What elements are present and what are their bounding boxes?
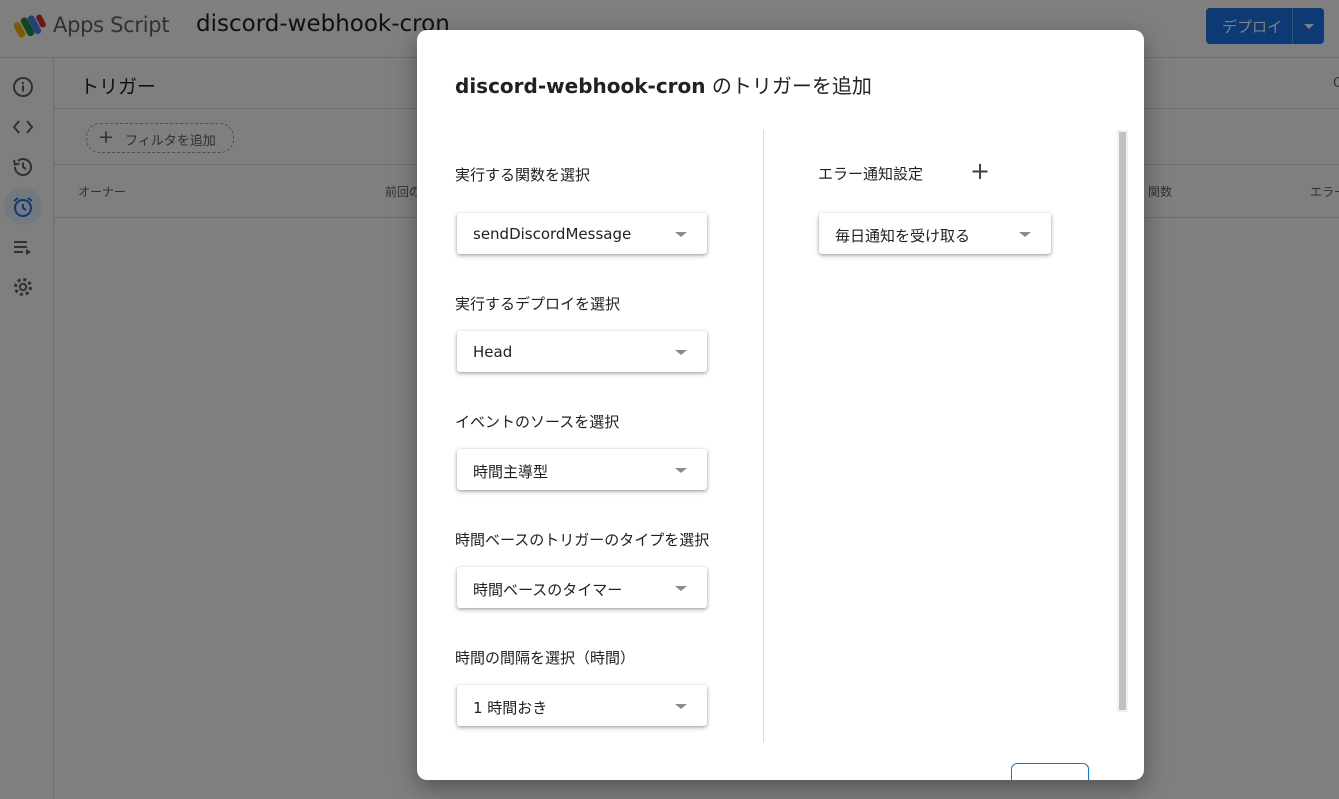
- error-notification-select[interactable]: 毎日通知を受け取る: [819, 213, 1051, 254]
- scrollbar-thumb[interactable]: [1119, 132, 1126, 710]
- dropdown-arrow-icon: [675, 468, 687, 473]
- trigger-type-select-value: 時間ベースのタイマー: [473, 581, 623, 599]
- deployment-select-label: 実行するデプロイを選択: [455, 295, 621, 313]
- dropdown-arrow-icon: [675, 232, 687, 237]
- column-divider: [763, 130, 764, 742]
- dropdown-arrow-icon: [675, 350, 687, 355]
- deployment-select-value: Head: [473, 343, 513, 361]
- function-select-value: sendDiscordMessage: [473, 225, 632, 243]
- dialog-title-suffix: のトリガーを追加: [705, 74, 872, 98]
- dialog-title: discord-webhook-cron のトリガーを追加: [455, 70, 872, 99]
- function-select[interactable]: sendDiscordMessage: [457, 213, 707, 254]
- dialog-title-project: discord-webhook-cron: [455, 74, 706, 98]
- add-trigger-dialog: discord-webhook-cron のトリガーを追加 実行する関数を選択 …: [417, 30, 1144, 780]
- trigger-type-select[interactable]: 時間ベースのタイマー: [457, 567, 707, 608]
- interval-select-value: 1 時間おき: [473, 699, 548, 717]
- event-source-select-value: 時間主導型: [473, 463, 549, 481]
- interval-select[interactable]: 1 時間おき: [457, 685, 707, 726]
- deployment-select[interactable]: Head: [457, 331, 707, 372]
- save-button[interactable]: [1011, 763, 1089, 780]
- add-notification-icon[interactable]: +: [970, 158, 990, 184]
- interval-select-label: 時間の間隔を選択（時間）: [455, 649, 636, 667]
- error-notification-label: エラー通知設定: [818, 165, 924, 183]
- function-select-label: 実行する関数を選択: [455, 166, 591, 184]
- dropdown-arrow-icon: [675, 586, 687, 591]
- event-source-select-label: イベントのソースを選択: [455, 413, 620, 431]
- trigger-type-select-label: 時間ベースのトリガーのタイプを選択: [455, 531, 710, 549]
- dropdown-arrow-icon: [1019, 232, 1031, 237]
- error-notification-select-value: 毎日通知を受け取る: [835, 227, 971, 245]
- dropdown-arrow-icon: [675, 704, 687, 709]
- event-source-select[interactable]: 時間主導型: [457, 449, 707, 490]
